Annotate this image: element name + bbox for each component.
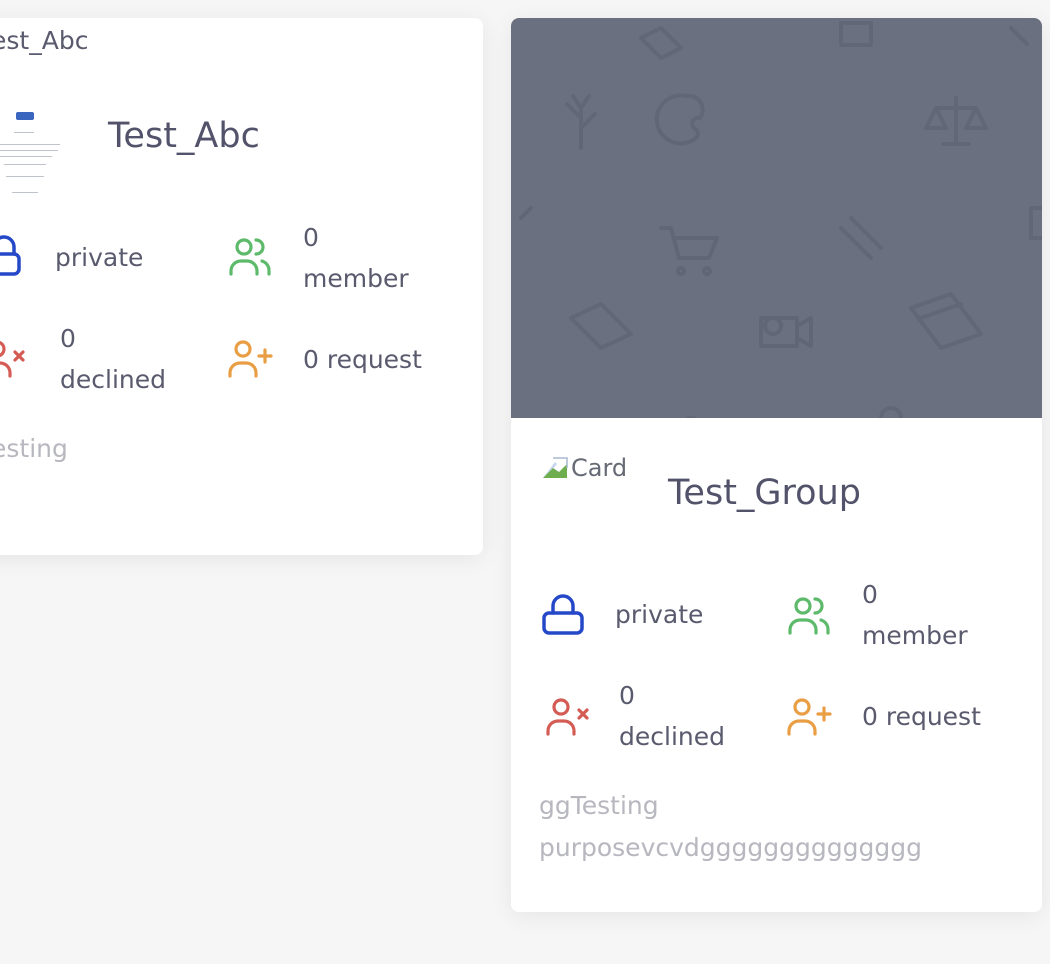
- lock-icon: [0, 235, 21, 276]
- group-avatar[interactable]: [0, 98, 70, 208]
- broken-image-icon: [543, 457, 568, 478]
- privacy-label: private: [55, 243, 144, 272]
- group-cover-image[interactable]: [511, 18, 1042, 418]
- requests-count: 0 request: [303, 345, 422, 374]
- user-x-icon: [0, 340, 25, 378]
- declined-count: 0 declined: [60, 324, 166, 394]
- user-plus-icon: [787, 698, 832, 736]
- group-card[interactable]: Card Test_Group private 0 member 0 decli…: [511, 18, 1042, 912]
- group-card[interactable]: Test_Abc Test_Abc private 0 member 0 dec…: [0, 18, 483, 555]
- declined-count: 0 declined: [619, 681, 725, 751]
- members-count: 0 member: [862, 580, 968, 650]
- group-description: ggTesting purposevcvdgggggggggggggg: [539, 791, 922, 862]
- group-avatar[interactable]: Card: [541, 454, 636, 482]
- group-description: Testing: [0, 434, 68, 463]
- cover-pattern: [519, 21, 1042, 418]
- user-x-icon: [546, 698, 589, 736]
- group-name[interactable]: Test_Group: [668, 473, 861, 513]
- users-icon: [788, 597, 830, 635]
- requests-count: 0 request: [862, 702, 981, 731]
- users-icon: [229, 238, 271, 276]
- cover-alt-text: Card: [571, 454, 628, 482]
- group-tag: Test_Abc: [0, 26, 89, 55]
- user-plus-icon: [228, 340, 273, 378]
- members-count: 0 member: [303, 223, 409, 293]
- lock-icon: [542, 594, 584, 635]
- group-name[interactable]: Test_Abc: [108, 116, 260, 156]
- privacy-label: private: [615, 600, 704, 629]
